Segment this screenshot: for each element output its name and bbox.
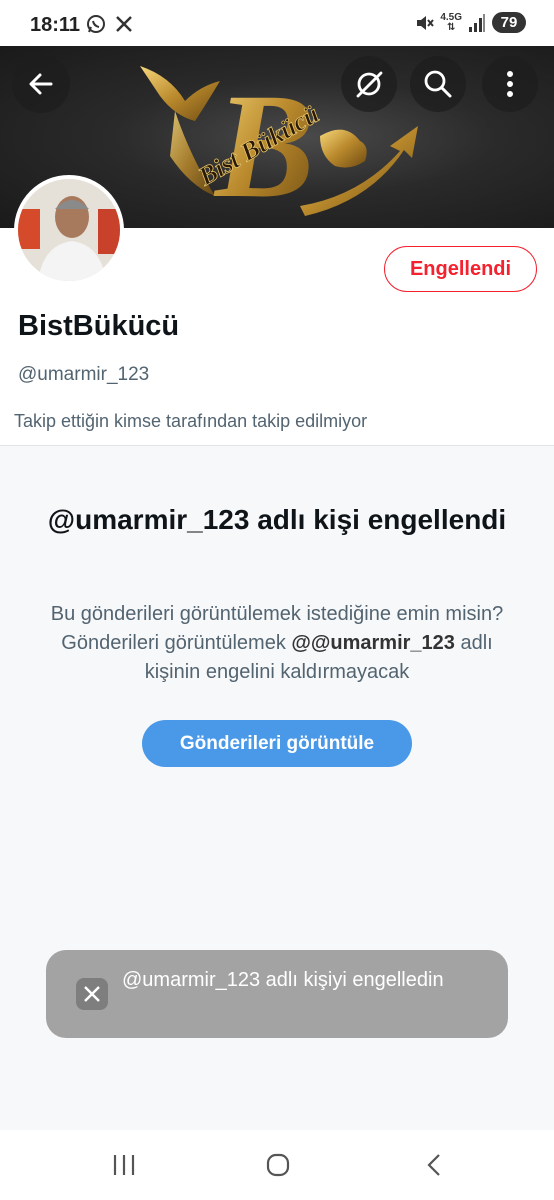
follow-note: Takip ettiğin kimse tarafından takip edi… (14, 411, 368, 431)
toast-message: @umarmir_123 adlı kişiyi engelledin (122, 969, 444, 991)
mute-icon (417, 15, 435, 30)
blocked-button[interactable]: Engellendi (384, 246, 537, 292)
status-time: 18:11 (30, 14, 81, 36)
blocked-description: Bu gönderileri görüntülemek istediğine e… (50, 603, 504, 683)
battery-indicator: 79 (492, 12, 526, 33)
blocked-title: @umarmir_123 adlı kişi engellendi (47, 504, 507, 535)
avatar-image (18, 179, 120, 281)
home-button[interactable] (258, 1150, 298, 1180)
more-options-button[interactable] (482, 56, 538, 112)
x-icon (116, 16, 132, 32)
blocked-handle-link[interactable]: @@umarmir_123 (291, 632, 455, 654)
whatsapp-icon (87, 15, 105, 33)
system-nav-bar (0, 1130, 554, 1200)
network-label: 4.5G ⇅ (440, 11, 462, 33)
grok-button[interactable] (341, 56, 397, 112)
signal-icon (469, 13, 485, 32)
chevron-left-icon (427, 1154, 440, 1176)
toast-notification: @umarmir_123 adlı kişiyi engelledin (46, 950, 508, 1038)
avatar[interactable] (14, 175, 124, 285)
search-button[interactable] (410, 56, 466, 112)
search-icon (424, 70, 452, 98)
home-icon (266, 1153, 290, 1177)
status-bar: 18:11 4.5G ⇅ 79 (0, 0, 554, 46)
x-logo-icon (76, 978, 108, 1010)
arrow-left-icon (29, 73, 53, 95)
view-posts-button[interactable]: Gönderileri görüntüle (142, 720, 412, 767)
profile-handle: @umarmir_123 (18, 364, 150, 385)
display-name: BistBükücü (18, 310, 180, 342)
recent-apps-button[interactable] (104, 1150, 144, 1180)
system-back-button[interactable] (414, 1150, 454, 1180)
back-button[interactable] (12, 55, 70, 113)
more-vertical-icon (507, 71, 513, 97)
recents-icon (113, 1155, 135, 1175)
grok-icon (356, 71, 383, 98)
